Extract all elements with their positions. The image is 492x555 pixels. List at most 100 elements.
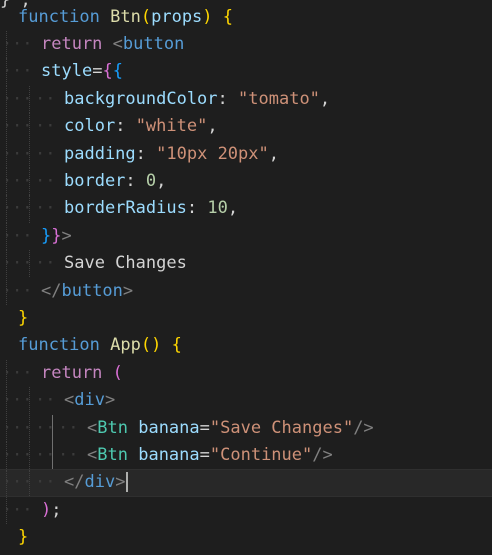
code-line[interactable]: ·· ·· · padding: "10px 20px",	[0, 140, 492, 168]
code-token: )	[202, 6, 213, 27]
whitespace-marker: ··	[12, 198, 33, 219]
whitespace-marker: ·	[2, 198, 13, 219]
code-text[interactable]: <Btn banana="Continue"/>	[87, 442, 333, 469]
code-text[interactable]: <Btn banana="Save Changes"/>	[87, 415, 374, 442]
code-token: ,	[227, 198, 239, 219]
code-token: {	[112, 61, 123, 82]
code-text[interactable]: <div>	[64, 387, 115, 414]
code-editor[interactable]: } ; function Btn(props) {·· · return <butt…	[0, 0, 492, 555]
code-line[interactable]: ·· · </button>	[0, 277, 492, 305]
code-token: <	[64, 390, 75, 411]
code-token: <	[87, 417, 98, 438]
code-token: }	[41, 225, 52, 246]
code-token: <	[87, 444, 98, 465]
code-token: =	[92, 61, 103, 82]
code-line[interactable]: ·· ·· · <div>	[0, 387, 492, 415]
code-line[interactable]: ·· ·}}>	[0, 222, 492, 251]
code-text[interactable]: padding: "10px 20px",	[64, 141, 279, 168]
code-token: (	[140, 6, 152, 27]
code-token: Btn	[97, 417, 128, 438]
code-text[interactable]: border: 0,	[64, 168, 166, 195]
code-text[interactable]: return (	[41, 360, 123, 387]
code-token: Btn	[110, 6, 141, 27]
code-token: 10	[207, 198, 228, 219]
code-text[interactable]: function Btn(props) {	[18, 4, 233, 31]
code-line[interactable]: }	[0, 524, 492, 551]
code-text[interactable]: borderRadius: 10,	[64, 195, 238, 222]
code-token: border	[64, 170, 126, 191]
whitespace-marker: ·	[2, 143, 13, 164]
code-line[interactable]: ·· ·· ·· · <Btn banana="Save Changes"/>	[0, 414, 492, 442]
whitespace-marker: ·	[2, 390, 13, 411]
code-token: function	[18, 6, 100, 27]
code-line[interactable]: ·· ·· · color: "white",	[0, 113, 492, 141]
code-token: >	[122, 280, 134, 301]
code-line[interactable]: ·· ·);	[0, 496, 492, 525]
code-line[interactable]: ·· ·· · border: 0,	[0, 167, 492, 196]
code-token: </	[41, 280, 62, 301]
code-line[interactable]: ·· ·· · backgroundColor: "tomato",	[0, 85, 492, 114]
whitespace-marker: ·	[2, 444, 13, 465]
code-text[interactable]: );	[41, 497, 62, 524]
code-line[interactable]: ·· ·· · </div>	[0, 469, 492, 497]
code-line[interactable]: function App() {	[0, 332, 492, 359]
whitespace-marker: ··	[12, 33, 33, 54]
code-text[interactable]: return <button	[41, 31, 184, 58]
whitespace-marker: ··	[35, 88, 56, 109]
code-token: >	[61, 225, 72, 246]
code-text[interactable]: }	[18, 305, 28, 332]
whitespace-marker: ··	[12, 280, 33, 301]
code-text[interactable]: color: "white",	[64, 113, 218, 140]
code-text[interactable]: Save Changes	[64, 250, 187, 277]
code-token: ,	[156, 170, 167, 191]
code-token: banana	[138, 417, 200, 438]
whitespace-marker: ··	[12, 88, 33, 109]
code-line[interactable]: ·· ·· · Save Changes	[0, 250, 492, 278]
code-token: )	[151, 335, 162, 356]
code-token: button	[61, 280, 123, 301]
code-token: {	[102, 61, 113, 82]
code-text[interactable]: }	[18, 524, 28, 551]
code-token: Save Changes	[64, 253, 187, 274]
code-text[interactable]: backgroundColor: "tomato",	[64, 86, 330, 113]
code-text[interactable]: </div>	[64, 470, 129, 495]
code-line[interactable]: ·· · style={{	[0, 58, 492, 86]
code-text[interactable]: }}>	[41, 223, 72, 250]
code-line[interactable]: function Btn(props) {	[0, 4, 492, 31]
whitespace-marker: ·	[2, 61, 13, 82]
code-token: function	[18, 335, 100, 356]
code-token: return	[41, 362, 103, 383]
code-line[interactable]: ·· · return <button	[0, 30, 492, 59]
whitespace-marker: ··	[12, 417, 33, 438]
code-token: ,	[268, 143, 279, 164]
code-text[interactable]: function App() {	[18, 332, 182, 359]
code-token: =	[199, 444, 210, 465]
code-token: "tomato"	[238, 88, 320, 109]
code-line[interactable]: ·· ·· ·· · <Btn banana="Continue"/>	[0, 441, 492, 470]
code-token: >	[115, 472, 126, 493]
code-token: "Continue"	[209, 444, 313, 465]
code-token: color	[64, 116, 116, 137]
whitespace-marker: ·	[2, 253, 13, 274]
code-line[interactable]: ·· · return (	[0, 359, 492, 388]
code-token: backgroundColor	[64, 88, 218, 109]
code-line[interactable]: ·· ·· · borderRadius: 10,	[0, 195, 492, 223]
whitespace-marker: ·	[2, 472, 13, 493]
code-line[interactable]: }	[0, 305, 492, 332]
code-token: style	[41, 61, 93, 82]
code-token: div	[84, 472, 116, 493]
code-text[interactable]: </button>	[41, 278, 133, 305]
code-text[interactable]: style={{	[41, 58, 123, 85]
code-token: :	[186, 198, 198, 219]
whitespace-marker: ·	[2, 499, 13, 520]
whitespace-marker: ··	[35, 116, 56, 137]
whitespace-marker: ··	[12, 143, 33, 164]
